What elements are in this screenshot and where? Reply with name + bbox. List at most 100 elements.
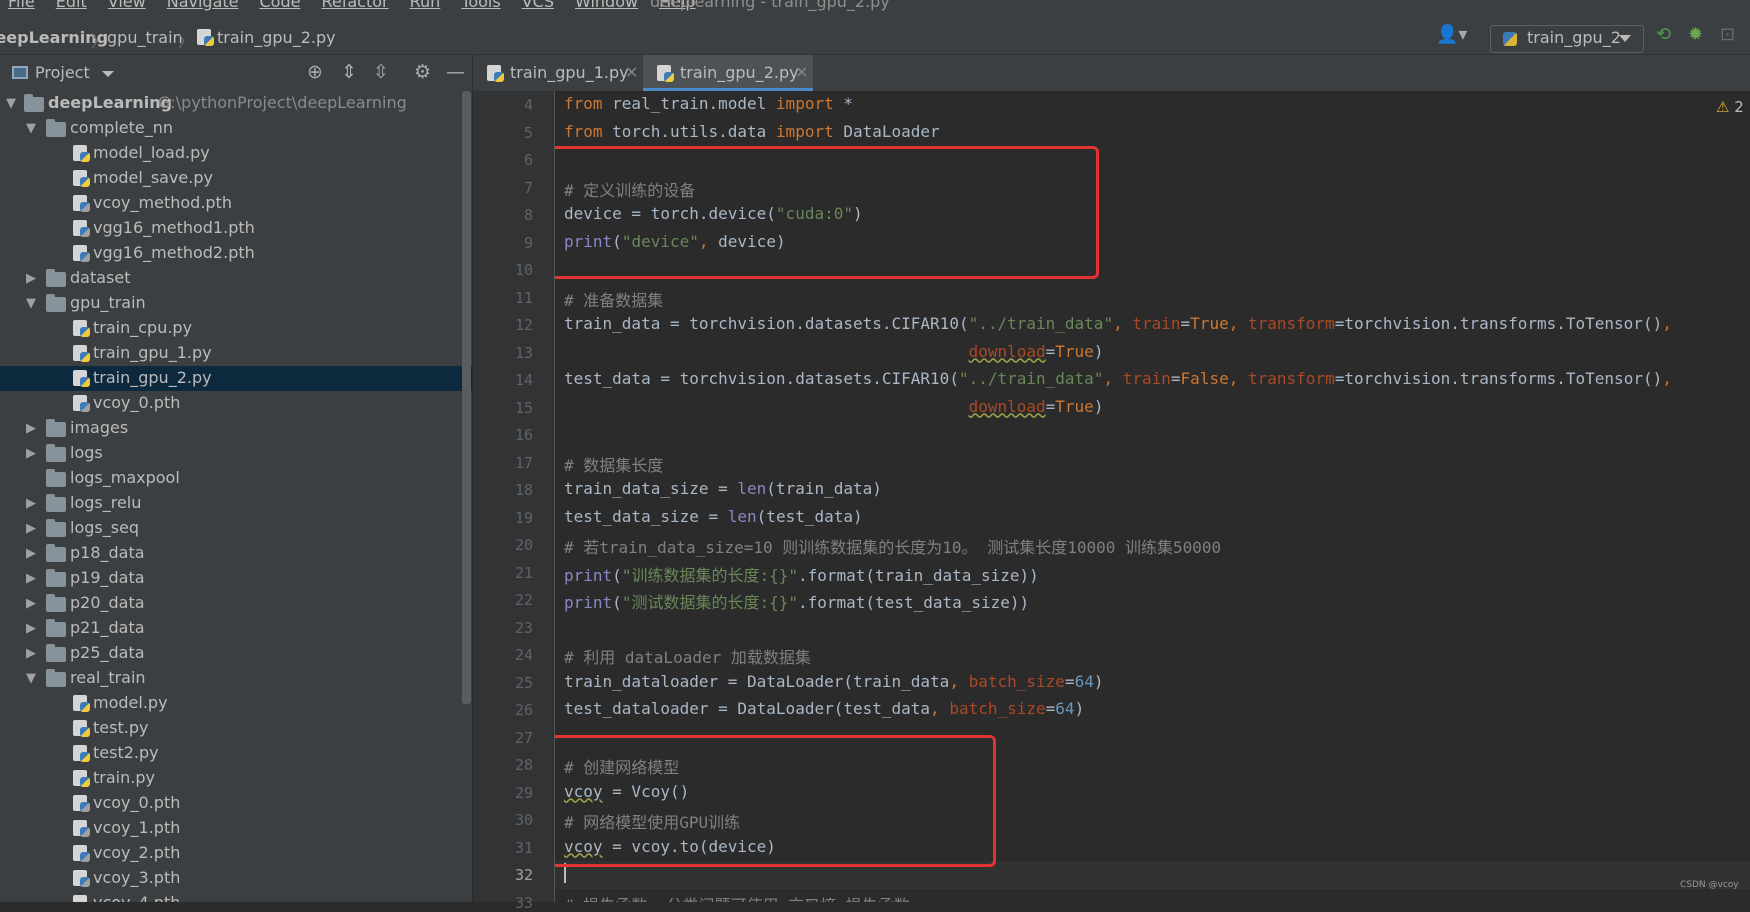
code-line[interactable] [555, 421, 1750, 449]
close-icon[interactable]: × [625, 62, 638, 81]
rerun-icon[interactable]: ⟲ [1656, 24, 1671, 45]
chevron-right-icon[interactable]: ▶ [26, 496, 36, 511]
chevron-right-icon[interactable]: ▶ [26, 596, 36, 611]
menu-edit[interactable]: Edit [56, 0, 87, 11]
tree-file[interactable]: model_load.py [0, 141, 472, 166]
code-line[interactable]: download=True) [555, 339, 1750, 367]
chevron-down-icon[interactable] [102, 71, 114, 77]
code-line[interactable]: # 准备数据集 [555, 284, 1750, 312]
code-line[interactable]: train_data = torchvision.datasets.CIFAR1… [555, 311, 1750, 339]
code-line[interactable]: vcoy = Vcoy() [555, 779, 1750, 807]
gear-icon[interactable]: ⚙ [414, 61, 431, 83]
warnings-indicator[interactable]: ⚠ 2 [1716, 98, 1744, 116]
tree-file[interactable]: test2.py [0, 741, 472, 766]
code-line[interactable]: print("device", device) [555, 229, 1750, 257]
chevron-right-icon[interactable]: ▶ [26, 271, 36, 286]
chevron-right-icon[interactable]: ▶ [26, 446, 36, 461]
menu-vcs[interactable]: VCS [522, 0, 554, 11]
tree-folder[interactable]: ▶ dataset [0, 266, 472, 291]
menu-run[interactable]: Run [410, 0, 441, 11]
code-line[interactable]: # 数据集长度 [555, 449, 1750, 477]
chevron-right-icon[interactable]: ▶ [26, 521, 36, 536]
code-line[interactable]: # 若train_data_size=10 则训练数据集的长度为10。 测试集长… [555, 531, 1750, 559]
stop-icon[interactable]: ⊡ [1720, 24, 1735, 45]
expand-all-icon[interactable]: ⇕ [341, 61, 357, 83]
tree-file[interactable]: vgg16_method1.pth [0, 216, 472, 241]
tree-folder[interactable]: ▶ images [0, 416, 472, 441]
code-line[interactable]: vcoy = vcoy.to(device) [555, 834, 1750, 862]
tree-file[interactable]: model.py [0, 691, 472, 716]
tree-file[interactable]: model_save.py [0, 166, 472, 191]
chevron-right-icon[interactable]: ▶ [26, 571, 36, 586]
tree-file[interactable]: vcoy_0.pth [0, 791, 472, 816]
chevron-down-icon[interactable]: ▼ [26, 671, 36, 686]
chevron-down-icon[interactable]: ▼ [26, 296, 36, 311]
menu-code[interactable]: Code [260, 0, 301, 11]
code-line[interactable]: print("训练数据集的长度:{}".format(train_data_si… [555, 559, 1750, 587]
tree-folder[interactable]: ▼ complete_nn [0, 116, 472, 141]
locate-icon[interactable]: ⊕ [307, 61, 323, 83]
code-line[interactable]: train_data_size = len(train_data) [555, 476, 1750, 504]
code-line[interactable]: # 创建网络模型 [555, 751, 1750, 779]
chevron-right-icon[interactable]: ▶ [26, 621, 36, 636]
code-line[interactable]: from torch.utils.data import DataLoader [555, 119, 1750, 147]
code-line[interactable]: # 定义训练的设备 [555, 174, 1750, 202]
code-line[interactable]: test_dataloader = DataLoader(test_data, … [555, 696, 1750, 724]
code-line[interactable] [555, 724, 1750, 752]
code-line[interactable]: from real_train.model import * [555, 91, 1750, 119]
tree-folder[interactable]: ▶ p19_data [0, 566, 472, 591]
breadcrumb-file[interactable]: train_gpu_2.py [217, 28, 336, 47]
code-line[interactable]: test_data = torchvision.datasets.CIFAR10… [555, 366, 1750, 394]
collapse-all-icon[interactable]: ⇳ [373, 61, 389, 83]
code-editor[interactable]: from real_train.model import * from torch… [555, 91, 1750, 902]
tree-file[interactable]: vcoy_1.pth [0, 816, 472, 841]
chevron-right-icon[interactable]: ▶ [26, 646, 36, 661]
code-line[interactable] [555, 614, 1750, 642]
tab-train-gpu-1[interactable]: train_gpu_1.py × [473, 55, 641, 91]
tree-folder[interactable]: ▶ p21_data [0, 616, 472, 641]
tree-folder[interactable]: logs_maxpool [0, 466, 472, 491]
chevron-down-icon[interactable]: ▼ [26, 121, 36, 136]
tree-file[interactable]: vcoy_0.pth [0, 391, 472, 416]
menu-tools[interactable]: Tools [461, 0, 500, 11]
tab-train-gpu-2[interactable]: train_gpu_2.py × [643, 55, 813, 91]
menu-file[interactable]: File [8, 0, 35, 11]
tree-file[interactable]: vcoy_4.pth [0, 891, 472, 902]
menu-window[interactable]: Window [575, 0, 638, 11]
tree-file[interactable]: vcoy_method.pth [0, 191, 472, 216]
tree-folder[interactable]: ▶ logs_relu [0, 491, 472, 516]
code-line[interactable]: test_data_size = len(test_data) [555, 504, 1750, 532]
close-icon[interactable]: × [795, 62, 808, 81]
user-icon[interactable]: 👤▾ [1436, 24, 1467, 45]
code-line[interactable]: print("测试数据集的长度:{}".format(test_data_siz… [555, 586, 1750, 614]
run-configuration-dropdown[interactable]: train_gpu_2 [1490, 25, 1644, 53]
tree-file[interactable]: vcoy_3.pth [0, 866, 472, 891]
code-line[interactable]: # 损失函数 分类问题可使用 交叉熵 损失函数 [555, 889, 1750, 903]
menu-navigate[interactable]: Navigate [167, 0, 239, 11]
breadcrumb-folder[interactable]: gpu_train [107, 28, 183, 47]
code-line[interactable]: download=True) [555, 394, 1750, 422]
tree-file[interactable]: vgg16_method2.pth [0, 241, 472, 266]
chevron-right-icon[interactable]: ▶ [26, 546, 36, 561]
tree-file[interactable]: train_cpu.py [0, 316, 472, 341]
code-line[interactable]: train_dataloader = DataLoader(train_data… [555, 669, 1750, 697]
project-tree-scrollbar[interactable] [462, 91, 471, 704]
tree-folder[interactable]: ▶ p25_data [0, 641, 472, 666]
code-line[interactable]: # 利用 dataLoader 加载数据集 [555, 641, 1750, 669]
code-line[interactable]: # 网络模型使用GPU训练 [555, 806, 1750, 834]
menu-refactor[interactable]: Refactor [321, 0, 388, 11]
project-panel-title[interactable]: Project [35, 63, 90, 82]
chevron-down-icon[interactable]: ▼ [6, 96, 16, 111]
tree-file[interactable]: test.py [0, 716, 472, 741]
tree-file-selected[interactable]: train_gpu_2.py [0, 366, 472, 391]
menu-view[interactable]: View [108, 0, 146, 11]
tree-folder[interactable]: ▼ real_train [0, 666, 472, 691]
tree-folder[interactable]: ▼ gpu_train [0, 291, 472, 316]
tree-folder[interactable]: ▶ p20_data [0, 591, 472, 616]
tree-folder[interactable]: ▶ p18_data [0, 541, 472, 566]
debug-icon[interactable]: ✹ [1688, 24, 1703, 45]
tree-file[interactable]: train_gpu_1.py [0, 341, 472, 366]
code-line[interactable] [555, 861, 1750, 889]
tree-root[interactable]: ▼ deepLearning G:\pythonProject\deepLear… [0, 91, 472, 116]
code-line[interactable]: device = torch.device("cuda:0") [555, 201, 1750, 229]
